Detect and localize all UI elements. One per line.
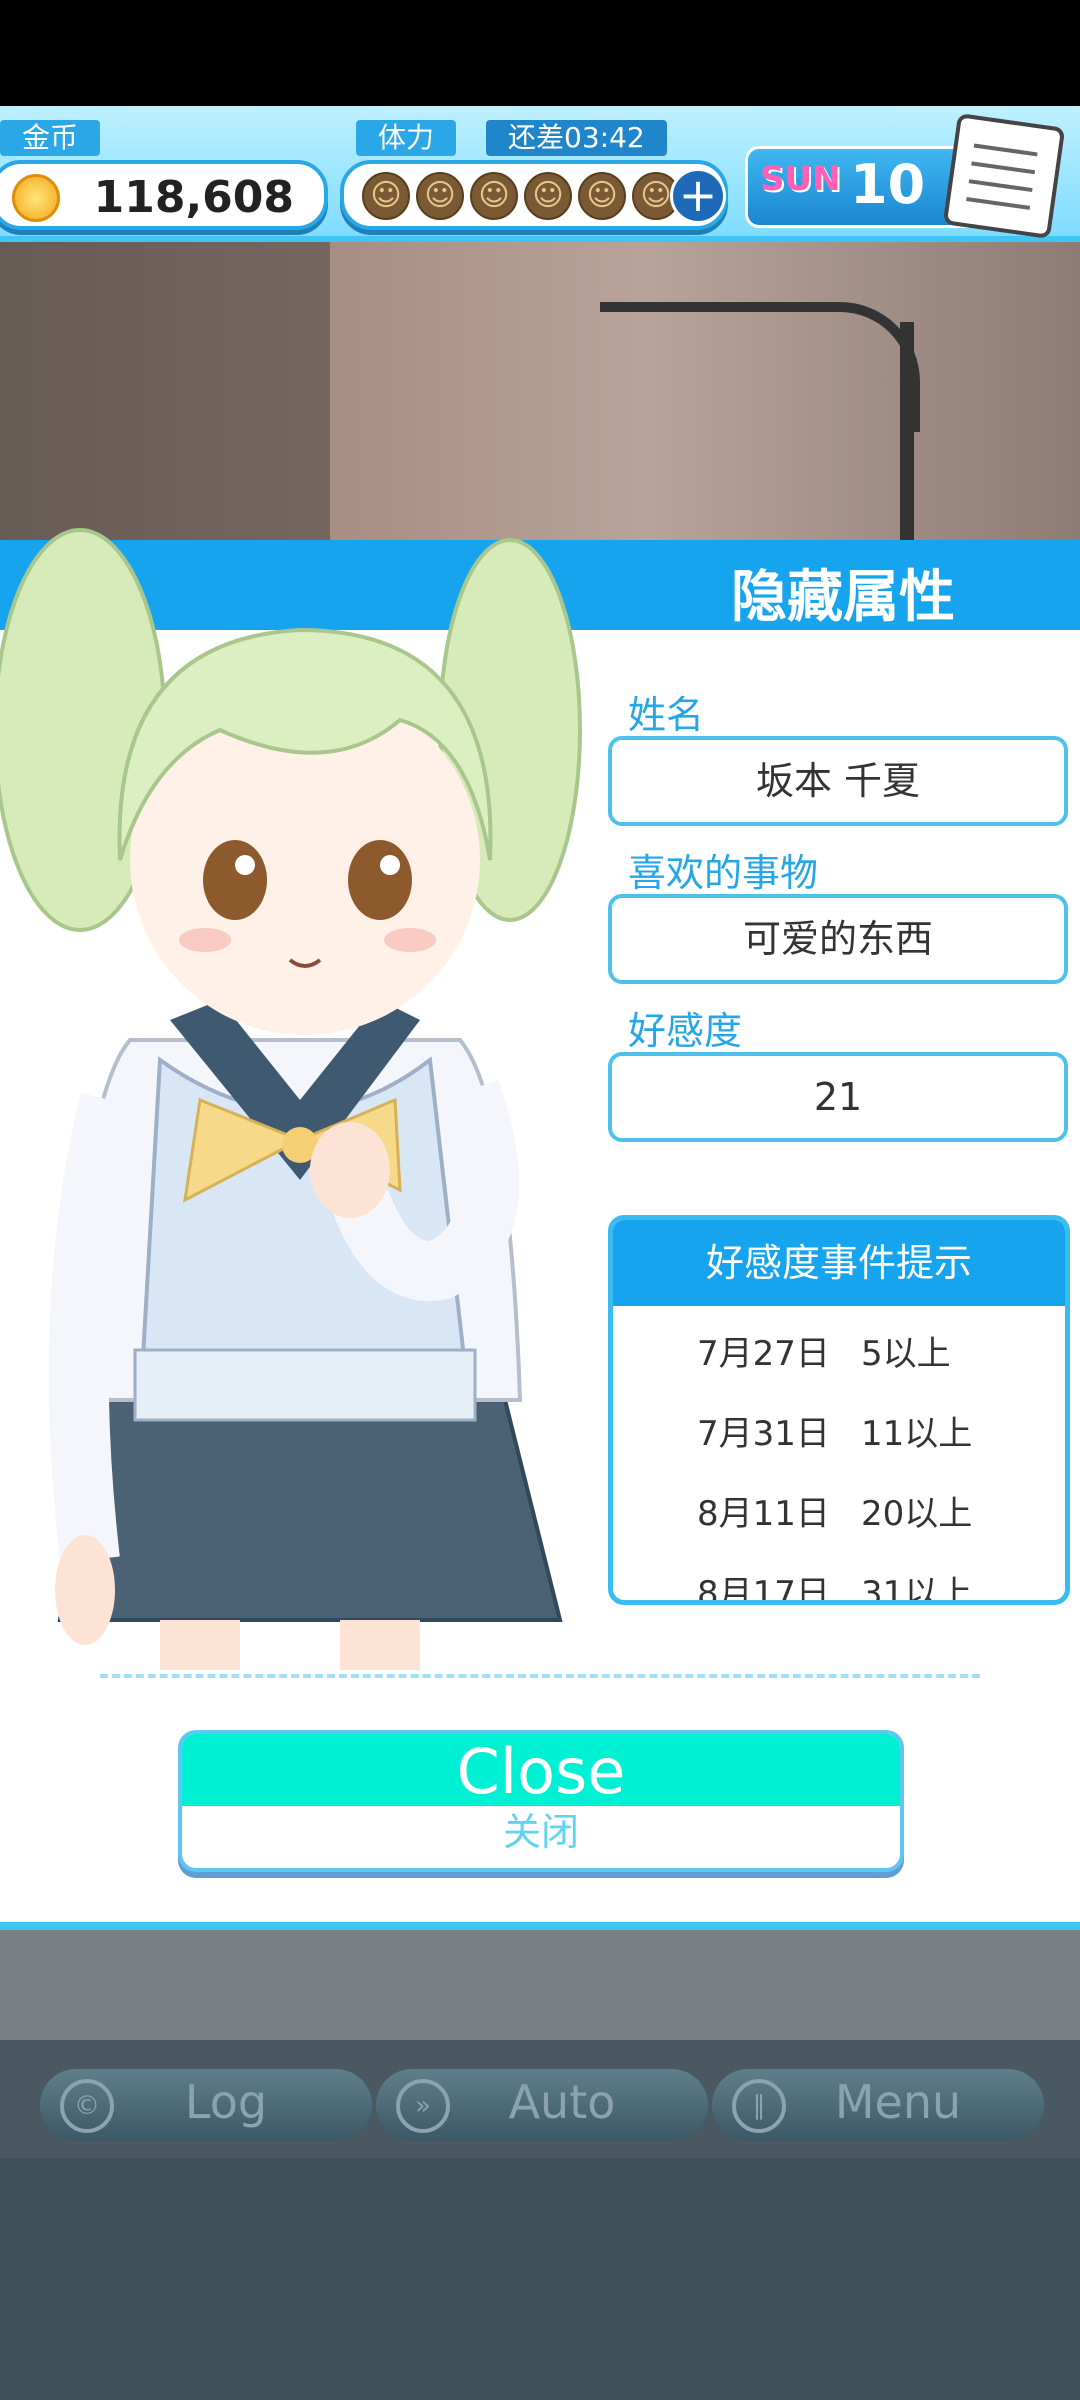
character-illustration [0,528,582,1670]
event-requirement: 20以上 [861,1494,973,1534]
close-button[interactable]: Close 关闭 [178,1730,904,1872]
menu-button-label: Menu [834,2075,962,2129]
event-date: 7月27日 [697,1334,830,1374]
panel-title: 隐藏属性 [731,565,955,630]
coins-display: 118,608 [0,160,328,230]
event-row: 7月31日 11以上 [613,1386,1065,1466]
event-row: 8月17日 31以上 [613,1546,1065,1605]
event-requirement: 31以上 [861,1574,973,1605]
top-hud: 金币 118,608 体力 还差03:42 ☺ ☺ ☺ ☺ ☺ ☺ + SUN … [0,106,1080,242]
event-row: 8月11日 20以上 [613,1466,1065,1546]
log-button-label: Log [184,2075,268,2129]
close-button-label: Close [182,1734,900,1808]
coin-icon [12,174,60,222]
stamina-timer: 还差03:42 [486,120,667,156]
stamina-face-icon: ☺ [362,172,410,220]
auto-button-label: Auto [508,2075,616,2129]
coins-label: 金币 [0,120,101,156]
event-requirement: 11以上 [861,1414,973,1454]
close-button-sublabel: 关闭 [502,1810,579,1854]
event-requirement: 5以上 [861,1334,951,1374]
event-date: 8月11日 [697,1494,830,1534]
message-window-top [0,1930,1080,2040]
add-stamina-button[interactable]: + [670,168,726,224]
street-lamp-arm [600,302,920,432]
event-row: 7月27日 5以上 [613,1306,1065,1386]
stamina-display: ☺ ☺ ☺ ☺ ☺ ☺ + [340,160,728,230]
divider [100,1674,980,1678]
notepad-icon[interactable] [942,113,1066,239]
log-button[interactable]: © Log [40,2069,372,2141]
likes-field: 可爱的东西 [608,894,1068,984]
events-title: 好感度事件提示 [613,1220,1065,1306]
event-date: 8月17日 [697,1574,830,1605]
menu-button[interactable]: ∥ Menu [712,2069,1044,2141]
affection-field: 21 [608,1052,1068,1142]
message-window [0,2158,1080,2400]
day-number: 10 [850,153,926,216]
name-label: 姓名 [628,693,705,737]
auto-button[interactable]: » Auto [376,2069,708,2141]
stamina-face-icon: ☺ [524,172,572,220]
event-date: 7月31日 [697,1414,830,1454]
weekday-label: SUN [760,159,841,199]
stamina-face-icon: ☺ [416,172,464,220]
affection-label: 好感度 [628,1009,743,1053]
name-field: 坂本 千夏 [608,736,1068,826]
likes-label: 喜欢的事物 [628,851,819,895]
stamina-face-icon: ☺ [578,172,626,220]
coins-value: 118,608 [93,172,294,223]
street-lamp-pole [900,322,914,542]
affection-events-box[interactable]: 好感度事件提示 7月27日 5以上 7月31日 11以上 8月11日 20以上 … [608,1215,1070,1605]
stamina-face-icon: ☺ [470,172,518,220]
stamina-faces: ☺ ☺ ☺ ☺ ☺ ☺ [362,172,680,220]
stamina-label: 体力 [356,120,457,156]
